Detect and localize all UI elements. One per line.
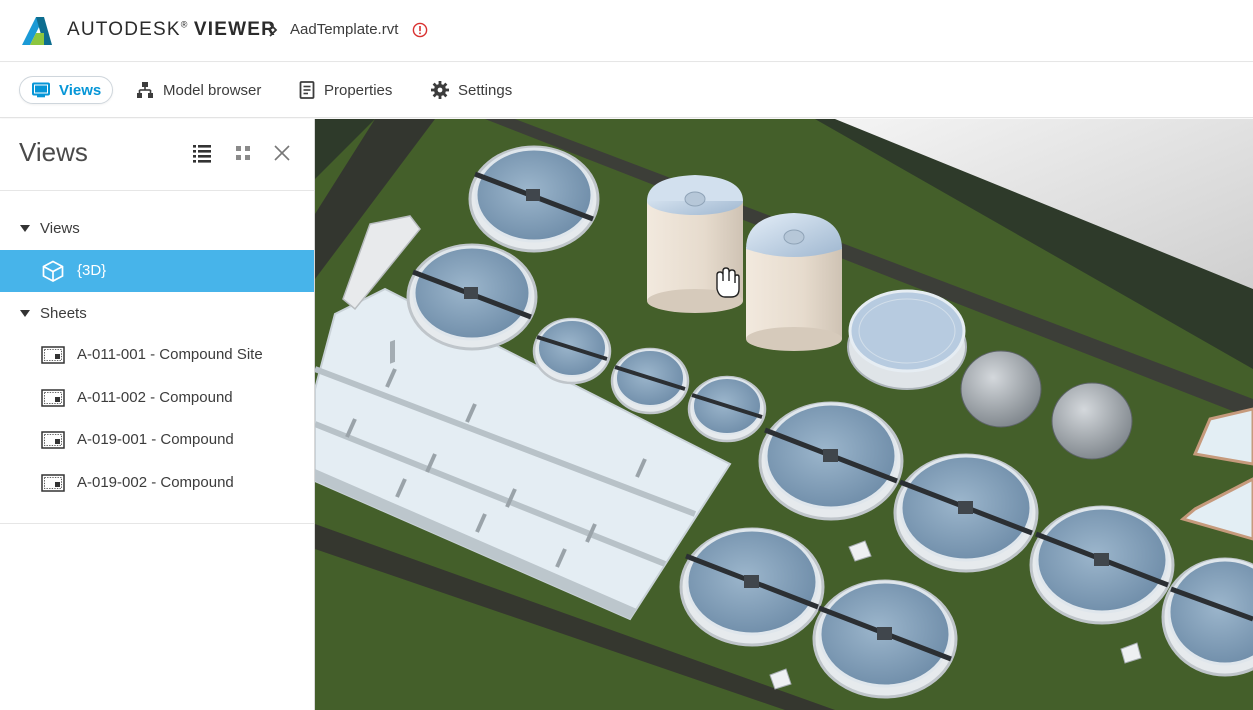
sheet-icon <box>41 474 65 492</box>
file-name[interactable]: AadTemplate.rvt <box>290 21 398 38</box>
brand-autodesk: AUTODESK <box>67 19 181 40</box>
sheet-icon <box>41 346 65 364</box>
sheet-item-label: A-011-002 - Compound <box>77 389 233 406</box>
tab-views-label: Views <box>59 81 102 99</box>
caret-down-icon <box>20 309 30 317</box>
monitor-icon <box>32 82 50 98</box>
sheet-icon <box>41 389 65 407</box>
tab-settings[interactable]: Settings <box>431 76 512 104</box>
gear-icon <box>431 81 449 99</box>
panel-divider <box>0 190 314 191</box>
tab-model-browser-label: Model browser <box>163 81 262 99</box>
sheet-item-label: A-019-001 - Compound <box>77 431 234 448</box>
group-views-header[interactable]: Views <box>0 216 314 240</box>
brand-viewer: VIEWER <box>193 19 277 40</box>
grid-view-icon[interactable] <box>233 143 253 163</box>
sheet-item[interactable]: A-019-001 - Compound <box>0 419 314 461</box>
hierarchy-icon <box>137 82 153 98</box>
caret-down-icon <box>20 224 30 232</box>
clarifier <box>468 145 600 253</box>
model-viewport[interactable] <box>315 119 1253 710</box>
tab-model-browser[interactable]: Model browser <box>136 76 261 104</box>
views-panel: Views Views {3D} Sheets A-011-001 - Comp… <box>0 119 315 710</box>
model-render <box>315 119 1253 710</box>
tab-settings-label: Settings <box>458 81 513 99</box>
group-sheets-header[interactable]: Sheets <box>0 301 314 325</box>
list-view-icon[interactable] <box>192 143 212 163</box>
panel-title: Views <box>19 137 88 167</box>
app-header: AUTODESK® VIEWER AadTemplate.rvt <box>0 0 1253 62</box>
document-icon <box>299 81 315 99</box>
tab-views[interactable]: Views <box>19 76 114 104</box>
list-divider <box>0 523 314 524</box>
brand-registered-mark: ® <box>180 19 188 30</box>
sheet-item-label: A-011-001 - Compound Site <box>77 346 263 363</box>
clarifier <box>406 243 538 351</box>
close-icon[interactable] <box>272 143 292 163</box>
sheet-item[interactable]: A-011-002 - Compound <box>0 377 314 419</box>
tab-properties-label: Properties <box>324 81 393 99</box>
app-brand: AUTODESK® VIEWER <box>67 19 276 41</box>
view-item-label: {3D} <box>77 262 107 279</box>
group-sheets-label: Sheets <box>40 304 87 322</box>
chevron-right-icon <box>269 23 278 37</box>
view-item-3d[interactable]: {3D} <box>0 250 314 292</box>
warning-icon[interactable] <box>412 22 428 38</box>
tab-bar: Views Model browser Properties Settings <box>0 63 1253 118</box>
sheet-item-label: A-019-002 - Compound <box>77 474 234 491</box>
tab-properties[interactable]: Properties <box>299 76 392 104</box>
sheet-item[interactable]: A-019-002 - Compound <box>0 462 314 504</box>
cube-icon <box>42 260 64 282</box>
group-views-label: Views <box>40 219 80 237</box>
autodesk-logo-icon <box>22 17 52 45</box>
sheet-item[interactable]: A-011-001 - Compound Site <box>0 334 314 376</box>
sheet-icon <box>41 431 65 449</box>
